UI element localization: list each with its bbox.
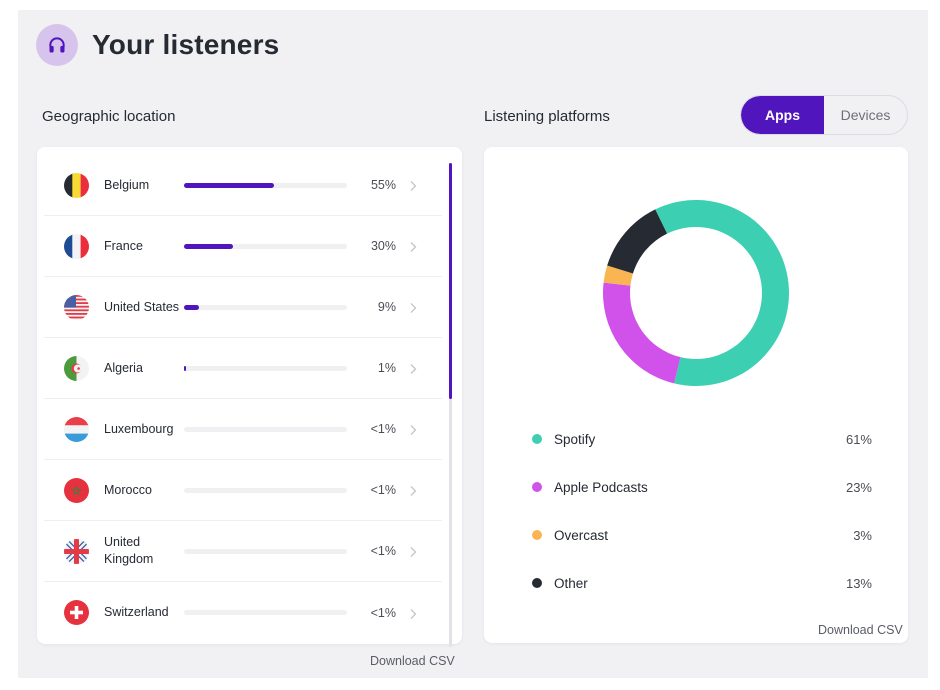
chevron-right-icon[interactable] [408, 423, 418, 435]
share-bar-track [184, 426, 347, 432]
country-row-switzerland[interactable]: Switzerland <1% [44, 582, 442, 643]
legend-label: Apple Podcasts [554, 479, 648, 495]
morocco-flag-icon [64, 477, 89, 503]
geographic-location-card: Belgium 55% France 30% United States 9% Algeri… [37, 147, 462, 644]
scrollbar-thumb[interactable] [449, 163, 452, 399]
listeners-page: Your listeners Geographic location Liste… [18, 10, 928, 678]
legend-dot-icon [532, 434, 542, 444]
united-states-flag-icon [64, 294, 89, 320]
share-bar-fill [184, 304, 199, 310]
listening-platforms-card: Spotify 61% Apple Podcasts 23% Overcast 3% Oth… [484, 147, 908, 643]
share-bar-fill [184, 243, 233, 249]
legend-dot-icon [532, 578, 542, 588]
country-percent: 1% [377, 361, 396, 375]
legend-value: 13% [845, 575, 872, 591]
country-name: Belgium [104, 177, 150, 192]
legend-item-overcast: Overcast 3% [532, 525, 872, 545]
chevron-right-icon[interactable] [408, 240, 418, 252]
apps-devices-toggle: Apps Devices [740, 95, 908, 135]
united-kingdom-flag-icon [64, 538, 89, 564]
page-header: Your listeners [36, 24, 279, 66]
country-percent: <1% [370, 605, 396, 620]
share-bar-track [184, 243, 347, 249]
toggle-apps[interactable]: Apps [741, 96, 824, 134]
chevron-right-icon[interactable] [408, 607, 418, 619]
legend-item-spotify: Spotify 61% [532, 429, 872, 449]
legend-label: Overcast [554, 527, 609, 543]
country-name: United States [104, 299, 180, 314]
country-name: Morocco [104, 482, 152, 497]
download-csv-geo-link[interactable]: Download CSV [370, 654, 455, 668]
country-name: Switzerland [104, 605, 169, 619]
legend-label: Spotify [554, 431, 596, 447]
country-name: Luxembourg [104, 421, 174, 436]
share-bar-track [184, 365, 347, 371]
page-title: Your listeners [92, 29, 280, 60]
country-row-belgium[interactable]: Belgium 55% [44, 155, 442, 216]
legend-dot-icon [532, 482, 542, 492]
download-csv-platforms-link[interactable]: Download CSV [818, 623, 903, 637]
country-percent: <1% [370, 422, 396, 436]
switzerland-flag-icon [64, 600, 89, 625]
share-bar-track [184, 304, 347, 310]
legend-value: 61% [845, 431, 872, 447]
toggle-devices[interactable]: Devices [824, 96, 907, 134]
chevron-right-icon[interactable] [408, 484, 418, 496]
share-bar-fill [184, 365, 186, 371]
country-row-united-states[interactable]: United States 9% [44, 277, 442, 338]
country-row-algeria[interactable]: Algeria 1% [44, 338, 442, 399]
legend-value: 3% [853, 527, 872, 543]
donut-slice-other [607, 209, 668, 274]
country-row-united-kingdom[interactable]: United Kingdom <1% [44, 521, 442, 582]
country-row-morocco[interactable]: Morocco <1% [44, 460, 442, 521]
share-bar-track [184, 548, 347, 554]
share-bar-track [184, 610, 347, 615]
country-percent: 30% [370, 239, 396, 253]
chevron-right-icon[interactable] [408, 362, 418, 374]
share-bar-track [184, 182, 347, 188]
platforms-donut-chart [603, 200, 789, 387]
listening-platforms-title: Listening platforms [484, 108, 610, 125]
donut-slice-apple-podcasts [603, 282, 681, 384]
algeria-flag-icon [64, 355, 89, 381]
france-flag-icon [64, 233, 89, 259]
chevron-right-icon[interactable] [408, 545, 418, 557]
share-bar-fill [184, 182, 274, 188]
legend-value: 23% [845, 479, 872, 495]
country-percent: 9% [377, 300, 396, 314]
legend-label: Other [554, 575, 588, 591]
legend-item-apple-podcasts: Apple Podcasts 23% [532, 477, 872, 497]
country-name: United Kingdom [104, 535, 154, 566]
country-row-luxembourg[interactable]: Luxembourg <1% [44, 399, 442, 460]
chevron-right-icon[interactable] [408, 179, 418, 191]
country-row-france[interactable]: France 30% [44, 216, 442, 277]
country-percent: <1% [370, 544, 396, 558]
legend-item-other: Other 13% [532, 573, 872, 593]
country-list-scrollbar[interactable] [449, 163, 452, 647]
belgium-flag-icon [64, 172, 89, 198]
headphones-icon [36, 24, 78, 66]
luxembourg-flag-icon [64, 416, 89, 442]
country-name: Algeria [104, 360, 143, 375]
country-percent: 55% [370, 178, 396, 192]
legend-dot-icon [532, 530, 542, 540]
country-name: France [104, 238, 143, 253]
share-bar-track [184, 487, 347, 493]
geographic-location-title: Geographic location [42, 108, 176, 125]
chevron-right-icon[interactable] [408, 301, 418, 313]
country-percent: <1% [370, 483, 396, 497]
